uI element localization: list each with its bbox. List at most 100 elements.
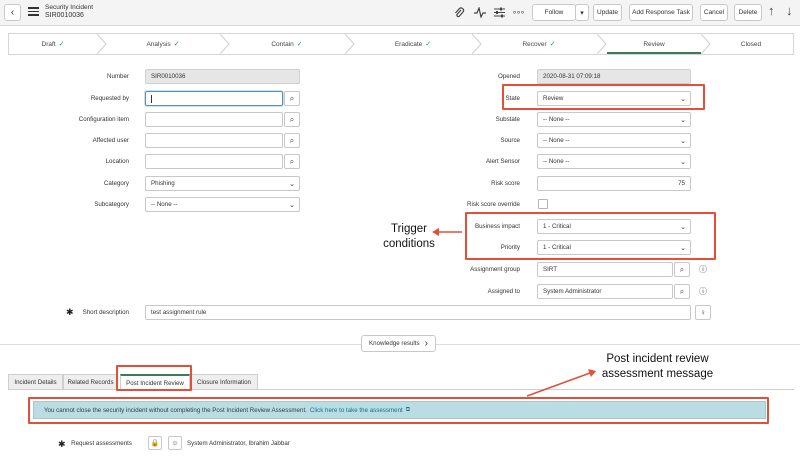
risk-score-override-label: Risk score override (467, 201, 520, 208)
back-button[interactable]: ‹ (4, 4, 21, 21)
checkmark-icon: ✓ (58, 41, 65, 48)
stage-analysis[interactable]: Analysis ✓ (106, 34, 220, 54)
opened-label: Opened (497, 73, 520, 80)
stage-label: Recover (522, 40, 547, 48)
stage-eradicate[interactable]: Eradicate ✓ (354, 34, 472, 54)
add-response-task-button[interactable]: Add Response Task (629, 4, 693, 21)
tab-incident-details[interactable]: Incident Details (8, 374, 63, 390)
knowledge-results-button[interactable]: Knowledge results › (361, 335, 436, 352)
subcategory-select[interactable]: -- None -- ⌄ (145, 197, 300, 212)
alert-sensor-value: -- None -- (543, 158, 570, 165)
delete-button[interactable]: Delete (734, 4, 762, 21)
search-icon: ⌕ (679, 264, 685, 274)
requested-by-lookup-button[interactable]: ⌕ (284, 91, 300, 106)
tab-related-records[interactable]: Related Records (63, 374, 118, 390)
stage-draft[interactable]: Draft ✓ (9, 34, 97, 54)
stage-recover[interactable]: Recover ✓ (481, 34, 597, 54)
category-select[interactable]: Phishing ⌄ (145, 176, 300, 191)
checkmark-icon: ✓ (549, 41, 556, 48)
lock-button[interactable]: 🔒 (148, 436, 162, 450)
more-options-icon[interactable]: ∘∘∘ (512, 7, 525, 19)
annotation-line: Post incident review (606, 353, 709, 365)
previous-record-arrow-icon[interactable]: ↑ (768, 4, 775, 17)
affected-user-lookup-button[interactable]: ⌕ (284, 133, 300, 148)
short-description-label: Short description (82, 309, 129, 316)
person-icon: ☺ (171, 439, 179, 447)
number-field: SIR0010036 (145, 69, 300, 84)
chevron-down-icon: ⌄ (680, 117, 686, 124)
assigned-to-input[interactable]: System Administrator (537, 284, 673, 299)
stage-separator-icon (597, 34, 607, 54)
source-value: -- None -- (543, 137, 570, 144)
source-label: Source (500, 137, 520, 144)
chevron-down-icon: ⌄ (289, 202, 295, 209)
configuration-item-lookup-button[interactable]: ⌕ (284, 112, 300, 127)
affected-user-input[interactable] (145, 133, 283, 148)
risk-score-input[interactable]: 75 (537, 176, 691, 191)
stage-separator-icon (220, 34, 230, 54)
stage-contain[interactable]: Contain ✓ (229, 34, 345, 54)
follow-button[interactable]: Follow (532, 4, 576, 21)
activity-icon[interactable] (474, 7, 486, 18)
tab-closure-information[interactable]: Closure Information (190, 374, 258, 390)
search-icon: ⌕ (289, 135, 295, 145)
search-icon: ⌕ (679, 286, 685, 296)
risk-score-label: Risk score (491, 180, 520, 187)
stage-separator-icon (701, 34, 711, 54)
search-icon: ⌕ (289, 156, 295, 166)
assignment-group-input[interactable]: SIRT (537, 262, 673, 277)
category-value: Phishing (151, 180, 175, 187)
record-type: Security Incident (45, 4, 94, 11)
search-icon: ⌕ (289, 114, 295, 124)
assignment-group-info-button[interactable]: ⓘ (695, 262, 711, 277)
info-icon: ⓘ (699, 265, 707, 274)
stage-label: Draft (41, 40, 56, 48)
short-description-input[interactable]: test assignment rule (145, 305, 691, 320)
pir-message-annotation: Post incident review assessment message (585, 352, 730, 382)
assignment-group-lookup-button[interactable]: ⌕ (674, 262, 690, 277)
chevron-down-icon: ⌄ (680, 159, 686, 166)
active-stage-indicator (607, 52, 701, 54)
opened-field: 2020-08-31 07:09:18 (537, 69, 691, 84)
source-select[interactable]: -- None -- ⌄ (537, 133, 691, 148)
alert-sensor-select[interactable]: -- None -- ⌄ (537, 154, 691, 169)
alert-sensor-label: Alert Sensor (485, 158, 520, 165)
search-icon: ⌕ (289, 93, 295, 103)
add-me-button[interactable]: ☺ (168, 436, 182, 450)
stage-label: Contain (271, 40, 294, 48)
stage-review[interactable]: Review (607, 34, 701, 54)
location-input[interactable] (145, 154, 283, 169)
chevron-down-icon: ⌄ (289, 181, 295, 188)
info-icon: ⓘ (699, 287, 707, 296)
checkmark-icon: ✓ (173, 41, 180, 48)
paperclip-icon[interactable] (454, 7, 465, 19)
knowledge-results-label: Knowledge results (369, 340, 420, 347)
requested-by-label: Requested by (90, 95, 129, 102)
settings-sliders-icon[interactable] (494, 7, 505, 18)
stage-separator-icon (97, 34, 107, 54)
substate-select[interactable]: -- None -- ⌄ (537, 112, 691, 127)
location-lookup-button[interactable]: ⌕ (284, 154, 300, 169)
assignment-group-label: Assignment group (470, 266, 520, 273)
hamburger-menu-icon[interactable] (28, 7, 39, 16)
substate-value: -- None -- (543, 116, 570, 123)
state-highlight-box (502, 84, 705, 110)
suggestion-button[interactable]: ♀ (695, 305, 711, 320)
annotation-line: Trigger (391, 223, 427, 235)
cancel-button[interactable]: Cancel (700, 4, 728, 21)
stage-label: Analysis (146, 40, 171, 48)
requested-by-input[interactable] (145, 91, 283, 106)
assigned-to-info-button[interactable]: ⓘ (695, 284, 711, 299)
subcategory-value: -- None -- (151, 201, 178, 208)
trigger-conditions-annotation: Trigger conditions (370, 222, 448, 252)
configuration-item-input[interactable] (145, 112, 283, 127)
follow-dropdown-button[interactable]: ▾ (575, 4, 589, 21)
assigned-to-lookup-button[interactable]: ⌕ (674, 284, 690, 299)
subcategory-label: Subcategory (94, 201, 129, 208)
risk-score-override-checkbox[interactable] (538, 199, 548, 209)
annotation-line: conditions (383, 238, 435, 250)
record-number: SIR0010036 (45, 12, 84, 19)
stage-closed[interactable]: Closed (709, 34, 793, 54)
update-button[interactable]: Update (593, 4, 622, 21)
next-record-arrow-icon[interactable]: ↓ (786, 4, 793, 17)
